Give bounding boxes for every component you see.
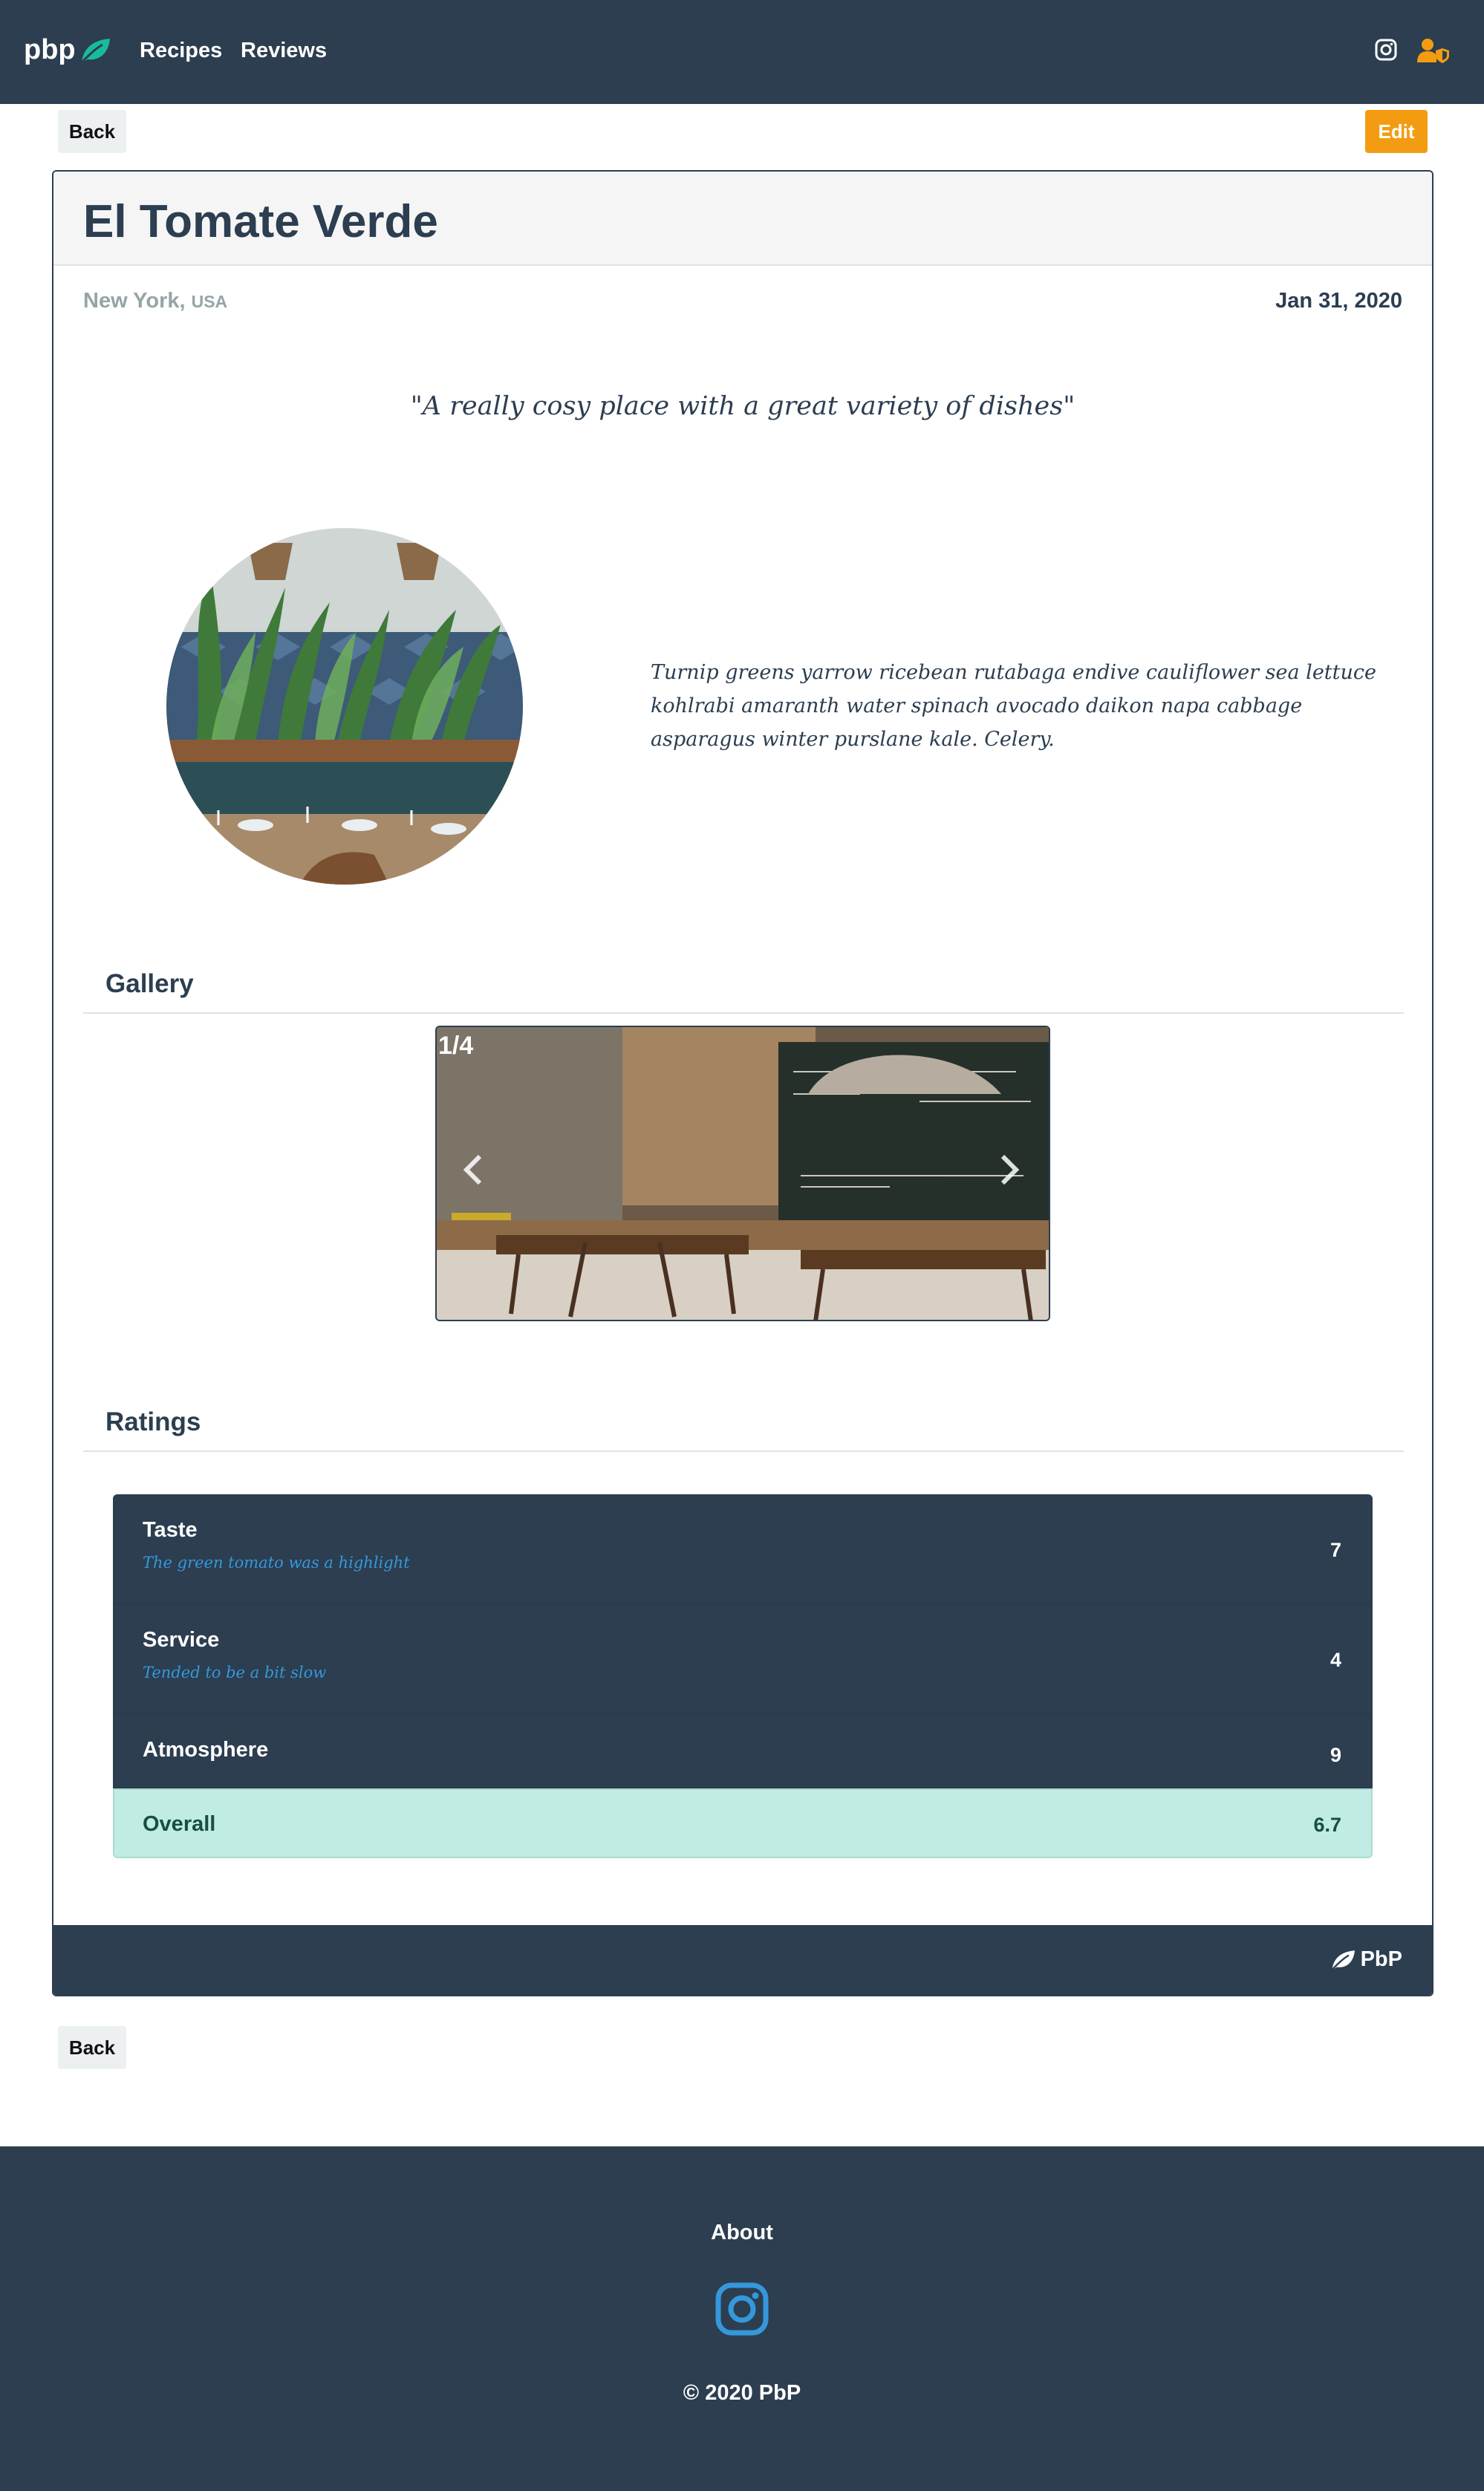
leaf-icon [1331,1950,1355,1970]
chevron-left-icon[interactable] [462,1153,484,1186]
location-country: USA [191,292,228,311]
page-title: El Tomate Verde [83,196,438,247]
ratings-divider [83,1450,1404,1452]
nav-link-recipes[interactable]: Recipes [140,39,222,63]
top-navbar: pbp Recipes Reviews [0,0,1484,104]
gallery-image [437,1027,1049,1320]
rating-row-atmosphere: Atmosphere 9 [113,1714,1373,1788]
brand-logo[interactable]: pbp [24,34,111,66]
overall-score: 6.7 [1313,1814,1341,1836]
rating-label: Atmosphere [143,1738,269,1762]
back-button-bottom[interactable]: Back [58,2026,126,2069]
rating-row-service: Service Tended to be a bit slow 4 [113,1604,1373,1714]
card-footer-brand-text: PbP [1360,1947,1402,1971]
footer-about-link[interactable]: About [0,2221,1484,2245]
ratings-list: Taste The green tomato was a highlight 7… [113,1494,1373,1858]
instagram-icon[interactable] [1374,38,1398,62]
user-shield-icon[interactable] [1417,38,1450,63]
location-city: New York, [83,289,186,313]
rating-comment: The green tomato was a highlight [143,1554,410,1572]
ratings-heading: Ratings [105,1407,201,1436]
gallery-heading: Gallery [105,969,194,998]
brand-text: pbp [24,34,76,65]
location: New York, USA [83,289,227,313]
review-quote: "A really cosy place with a great variet… [410,391,1075,421]
card-footer: PbP [53,1925,1432,1995]
review-description: Turnip greens yarrow ricebean rutabaga e… [651,661,1376,751]
rating-label: Service [143,1628,220,1652]
instagram-icon[interactable] [715,2282,769,2337]
back-button[interactable]: Back [58,110,126,153]
card-header: El Tomate Verde [53,172,1432,266]
leaf-icon [80,38,110,63]
overall-label: Overall [143,1812,216,1836]
chevron-right-icon[interactable] [998,1153,1021,1186]
rating-score: 9 [1330,1744,1341,1766]
review-card: El Tomate Verde New York, USA Jan 31, 20… [52,170,1433,1996]
restaurant-photo-art [166,528,523,885]
rating-score: 7 [1330,1539,1341,1561]
rating-row-taste: Taste The green tomato was a highlight 7 [113,1494,1373,1604]
edit-button[interactable]: Edit [1365,110,1428,153]
card-footer-brand: PbP [1330,1947,1402,1972]
gallery-carousel[interactable]: 1/4 [435,1026,1050,1321]
review-date: Jan 31, 2020 [1275,289,1402,313]
rating-score: 4 [1330,1649,1341,1671]
restaurant-photo [166,528,523,885]
rating-row-overall: Overall 6.7 [113,1788,1373,1858]
rating-label: Taste [143,1518,198,1542]
rating-comment: Tended to be a bit slow [143,1664,327,1681]
footer-copyright: © 2020 PbP [683,2381,801,2405]
carousel-counter: 1/4 [438,1032,474,1060]
site-footer: About © 2020 PbP [0,2146,1484,2491]
gallery-divider [83,1012,1404,1014]
nav-link-reviews[interactable]: Reviews [241,39,327,63]
